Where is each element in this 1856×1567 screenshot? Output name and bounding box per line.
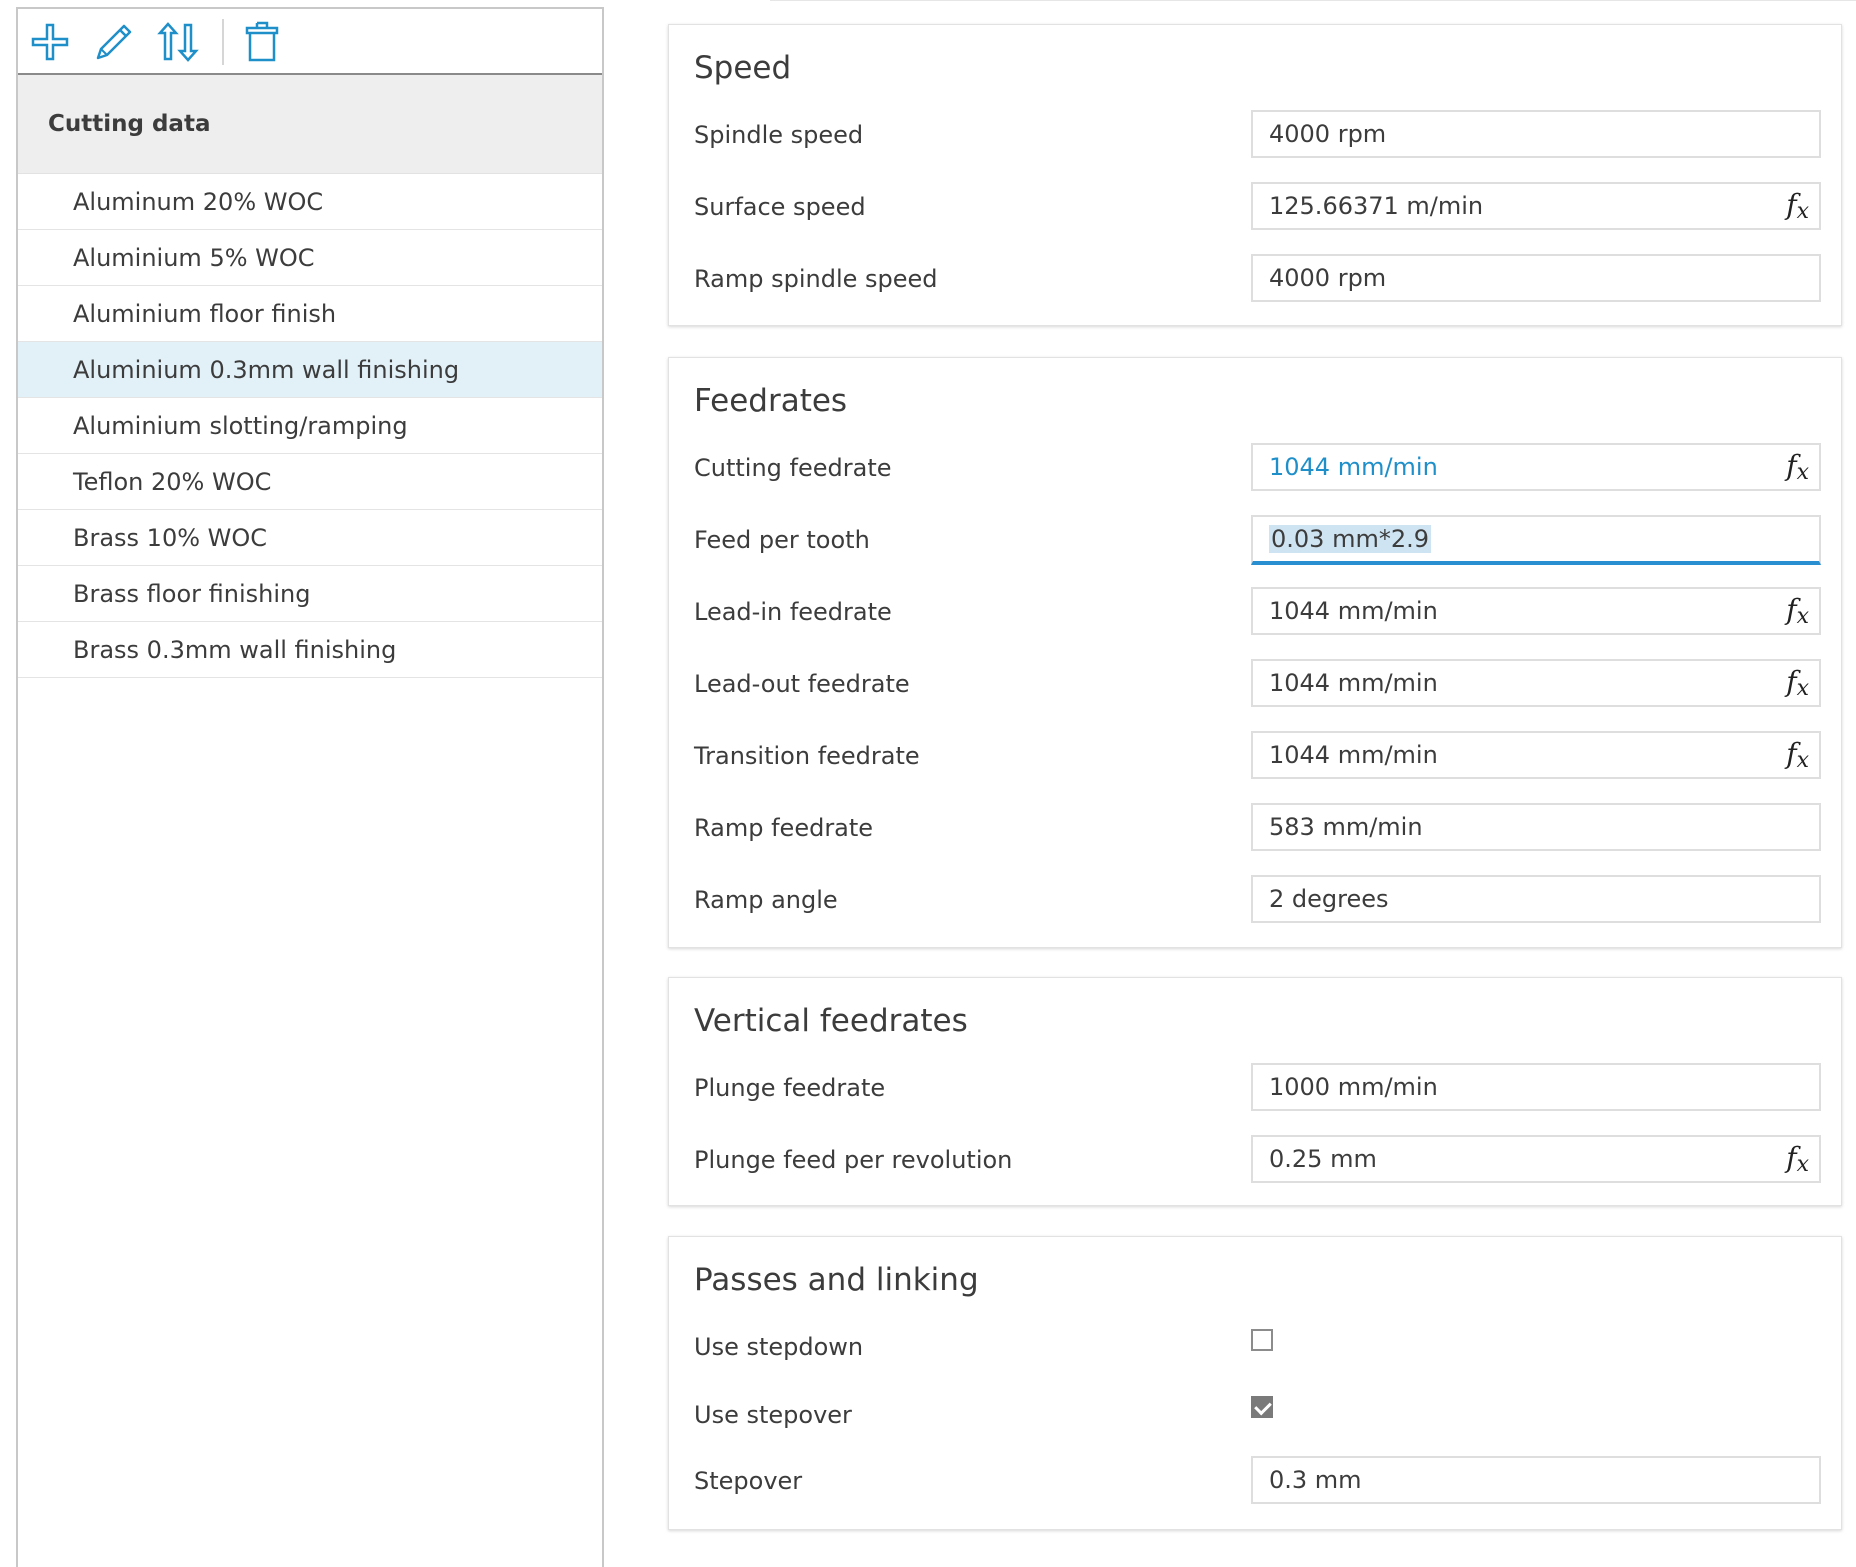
list-item[interactable]: Brass 0.3mm wall finishing [18, 622, 602, 678]
ramp-spindle-speed-label: Ramp spindle speed [694, 265, 938, 293]
transition-feedrate-field[interactable]: 1044 mm/min fx [1251, 731, 1821, 779]
cutting-feedrate-value: 1044 mm/min [1269, 453, 1438, 481]
feed-per-tooth-label: Feed per tooth [694, 526, 870, 554]
edit-button[interactable] [92, 20, 136, 64]
fx-icon[interactable]: fx [1786, 1141, 1809, 1177]
cutting-data-list: Aluminum 20% WOC Aluminium 5% WOC Aluminiu… [18, 174, 602, 678]
fx-icon[interactable]: fx [1786, 188, 1809, 224]
ramp-angle-value: 2 degrees [1269, 885, 1389, 913]
stepover-value: 0.3 mm [1269, 1466, 1362, 1494]
use-stepover-checkbox[interactable] [1251, 1396, 1273, 1418]
ramp-feedrate-value: 583 mm/min [1269, 813, 1423, 841]
ramp-feedrate-label: Ramp feedrate [694, 814, 874, 842]
use-stepover-label: Use stepover [694, 1401, 852, 1429]
pencil-icon [96, 24, 132, 60]
cutting-feedrate-label: Cutting feedrate [694, 454, 892, 482]
feed-per-tooth-value: 0.03 mm*2.9 [1269, 525, 1431, 553]
cutting-data-panel: Cutting data Aluminum 20% WOC Aluminium 5… [16, 7, 604, 1567]
speed-section: Speed Spindle speed 4000 rpm Surface spe… [668, 24, 1842, 326]
plunge-feed-per-revolution-value: 0.25 mm [1269, 1145, 1377, 1173]
fx-icon[interactable]: fx [1786, 737, 1809, 773]
passes-and-linking-title: Passes and linking [694, 1262, 979, 1298]
sort-arrows-icon [157, 22, 199, 62]
lead-in-feedrate-field[interactable]: 1044 mm/min fx [1251, 587, 1821, 635]
cutting-feedrate-field[interactable]: 1044 mm/min fx [1251, 443, 1821, 491]
list-item[interactable]: Aluminium slotting/ramping [18, 398, 602, 454]
fx-icon[interactable]: fx [1786, 449, 1809, 485]
lead-in-feedrate-label: Lead-in feedrate [694, 598, 892, 626]
plunge-feedrate-value: 1000 mm/min [1269, 1073, 1438, 1101]
add-button[interactable] [28, 20, 72, 64]
list-item[interactable]: Teflon 20% WOC [18, 454, 602, 510]
plus-icon [31, 23, 69, 61]
list-item[interactable]: Brass floor finishing [18, 566, 602, 622]
ramp-spindle-speed-field[interactable]: 4000 rpm [1251, 254, 1821, 302]
ramp-spindle-speed-value: 4000 rpm [1269, 264, 1387, 292]
feedrates-title: Feedrates [694, 383, 848, 419]
surface-speed-field[interactable]: 125.66371 m/min fx [1251, 182, 1821, 230]
plunge-feedrate-label: Plunge feedrate [694, 1074, 886, 1102]
use-stepdown-label: Use stepdown [694, 1333, 864, 1361]
list-item[interactable]: Aluminum 20% WOC [18, 174, 602, 230]
feed-per-tooth-field[interactable]: 0.03 mm*2.9 [1251, 515, 1821, 565]
spindle-speed-label: Spindle speed [694, 121, 864, 149]
plunge-feed-per-revolution-field[interactable]: 0.25 mm fx [1251, 1135, 1821, 1183]
trash-icon [245, 21, 279, 62]
transition-feedrate-label: Transition feedrate [694, 742, 920, 770]
list-item[interactable]: Aluminium floor finish [18, 286, 602, 342]
delete-button[interactable] [240, 20, 284, 64]
list-header: Cutting data [18, 75, 602, 174]
ramp-angle-field[interactable]: 2 degrees [1251, 875, 1821, 923]
plunge-feedrate-field[interactable]: 1000 mm/min [1251, 1063, 1821, 1111]
surface-speed-label: Surface speed [694, 193, 866, 221]
top-divider [770, 0, 1856, 1]
toolbar [18, 9, 602, 75]
transition-feedrate-value: 1044 mm/min [1269, 741, 1438, 769]
list-item[interactable]: Brass 10% WOC [18, 510, 602, 566]
ramp-angle-label: Ramp angle [694, 886, 838, 914]
lead-out-feedrate-label: Lead-out feedrate [694, 670, 910, 698]
ramp-feedrate-field[interactable]: 583 mm/min [1251, 803, 1821, 851]
fx-icon[interactable]: fx [1786, 665, 1809, 701]
stepover-field[interactable]: 0.3 mm [1251, 1456, 1821, 1504]
lead-out-feedrate-value: 1044 mm/min [1269, 669, 1438, 697]
lead-in-feedrate-value: 1044 mm/min [1269, 597, 1438, 625]
vertical-feedrates-title: Vertical feedrates [694, 1003, 968, 1039]
lead-out-feedrate-field[interactable]: 1044 mm/min fx [1251, 659, 1821, 707]
fx-icon[interactable]: fx [1786, 593, 1809, 629]
surface-speed-value: 125.66371 m/min [1269, 192, 1484, 220]
list-item[interactable]: Aluminium 5% WOC [18, 230, 602, 286]
toolbar-separator [222, 19, 224, 65]
spindle-speed-field[interactable]: 4000 rpm [1251, 110, 1821, 158]
stepover-label: Stepover [694, 1467, 803, 1495]
passes-and-linking-section: Passes and linking Use stepdown Use step… [668, 1236, 1842, 1530]
list-item[interactable]: Aluminium 0.3mm wall finishing [18, 342, 602, 398]
spindle-speed-value: 4000 rpm [1269, 120, 1387, 148]
sort-button[interactable] [156, 20, 200, 64]
vertical-feedrates-section: Vertical feedrates Plunge feedrate 1000 … [668, 977, 1842, 1206]
speed-title: Speed [694, 50, 792, 86]
plunge-feed-per-revolution-label: Plunge feed per revolution [694, 1146, 1013, 1174]
use-stepdown-checkbox[interactable] [1251, 1329, 1273, 1351]
feedrates-section: Feedrates Cutting feedrate 1044 mm/min fx… [668, 357, 1842, 948]
